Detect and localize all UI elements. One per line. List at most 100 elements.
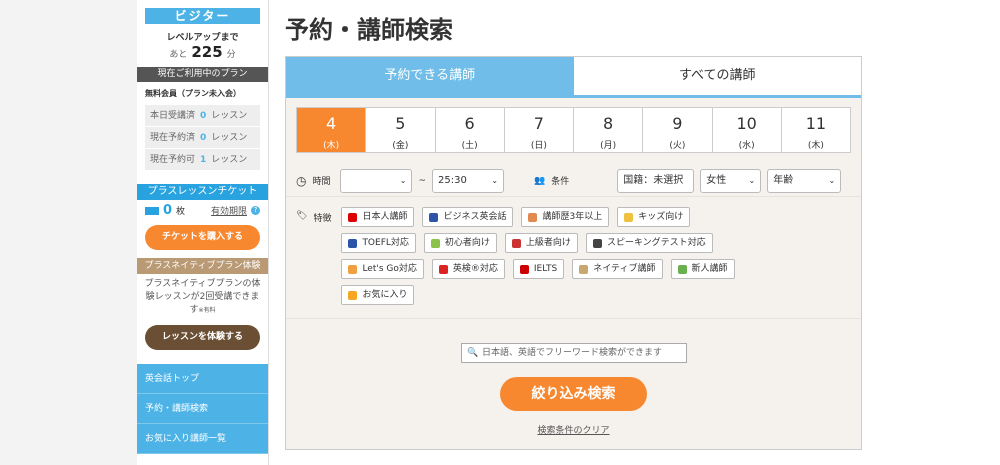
stat-unit: レッスン bbox=[211, 111, 248, 121]
gender-select[interactable]: 女性 ⌄ bbox=[700, 168, 762, 193]
feature-tag-label: Let's Go対応 bbox=[362, 264, 417, 274]
tag-icon: 🏷 bbox=[296, 211, 308, 221]
search-placeholder: 日本語、英語でフリーワード検索ができます bbox=[482, 348, 663, 358]
levelup-label: レベルアップまで bbox=[166, 33, 239, 43]
feature-tag[interactable]: Let's Go対応 bbox=[341, 259, 424, 279]
feature-icon bbox=[579, 264, 589, 274]
feature-tag-label: お気に入り bbox=[362, 290, 408, 300]
remaining-minutes: あと 225 分 bbox=[137, 43, 268, 61]
feature-label: 特徴 bbox=[313, 214, 332, 224]
date-weekday: (水) bbox=[738, 141, 755, 151]
main-content: 予約・講師検索 予約できる講師 すべての講師 4 (木) 5 (金) 6 (土) 7 (日) 8… bbox=[269, 0, 1000, 465]
time-separator: ~ bbox=[418, 175, 427, 186]
feature-tag[interactable]: 上級者向け bbox=[504, 233, 578, 253]
help-icon[interactable]: ? bbox=[251, 206, 260, 215]
date-number: 5 bbox=[395, 114, 406, 133]
date-option[interactable]: 7 (日) bbox=[505, 108, 574, 152]
date-option[interactable]: 8 (月) bbox=[574, 108, 644, 152]
feature-tag-label: キッズ向け bbox=[638, 212, 684, 222]
time-to-select[interactable]: 25:30 ⌄ bbox=[432, 168, 505, 193]
stat-unit: レッスン bbox=[211, 155, 248, 165]
lesson-stat: 本日受講済 0 レッスン bbox=[145, 105, 260, 127]
feature-tag-label: スピーキングテスト対応 bbox=[606, 238, 706, 248]
sidebar-nav-item[interactable]: お気に入り講師一覧 bbox=[137, 424, 268, 454]
plan-name: 無料会員（プラン未入会） bbox=[145, 89, 241, 98]
feature-tag[interactable]: 日本人講師 bbox=[341, 207, 415, 227]
search-panel: 予約できる講師 すべての講師 4 (木) 5 (金) 6 (土) 7 (日) 8 (月) 9 (火) 1… bbox=[285, 56, 862, 450]
feature-tags: 日本人講師 ビジネス英会話 講師歴3年以上 キッズ向け TOEFL対応 初心者向け 上級者向… bbox=[341, 207, 761, 305]
stat-label: 現在予約可 bbox=[150, 155, 196, 165]
chevron-down-icon: ⌄ bbox=[748, 175, 756, 185]
date-number: 9 bbox=[672, 114, 683, 133]
native-plan-note: ※有料 bbox=[198, 307, 216, 314]
try-lesson-button[interactable]: レッスンを体験する bbox=[145, 325, 260, 350]
tab-available-teachers[interactable]: 予約できる講師 bbox=[286, 57, 574, 95]
rank-badge: ビジター bbox=[145, 8, 260, 24]
date-number: 8 bbox=[603, 114, 614, 133]
feature-tag[interactable]: 英検®対応 bbox=[431, 259, 505, 279]
time-label: 時間 bbox=[312, 177, 331, 187]
buy-ticket-button[interactable]: チケットを購入する bbox=[145, 225, 260, 250]
feature-tag[interactable]: キッズ向け bbox=[617, 207, 691, 227]
sidebar-nav-item[interactable]: 予約・講師検索 bbox=[137, 394, 268, 424]
date-number: 6 bbox=[464, 114, 475, 133]
time-from-select[interactable]: ⌄ bbox=[340, 168, 413, 193]
stat-label: 本日受講済 bbox=[150, 111, 196, 121]
date-number: 11 bbox=[805, 114, 827, 133]
feature-tag[interactable]: ビジネス英会話 bbox=[422, 207, 514, 227]
lesson-stat: 現在予約済 0 レッスン bbox=[145, 127, 260, 149]
feature-icon bbox=[624, 212, 634, 222]
native-plan-header: プラスネイティブプラン体験 bbox=[137, 258, 268, 274]
remaining-unit: 分 bbox=[226, 50, 236, 60]
feature-tag[interactable]: IELTS bbox=[512, 259, 565, 279]
feature-tag-label: ネイティブ講師 bbox=[593, 264, 656, 274]
feature-tag[interactable]: スピーキングテスト対応 bbox=[585, 233, 713, 253]
stat-label: 現在予約済 bbox=[150, 133, 196, 143]
stat-unit: レッスン bbox=[211, 133, 248, 143]
date-option[interactable]: 6 (土) bbox=[436, 108, 505, 152]
tab-all-teachers[interactable]: すべての講師 bbox=[573, 57, 861, 95]
feature-tag[interactable]: お気に入り bbox=[341, 285, 415, 305]
date-weekday: (日) bbox=[530, 141, 547, 151]
date-weekday: (木) bbox=[323, 141, 340, 151]
feature-tag[interactable]: TOEFL対応 bbox=[341, 233, 416, 253]
date-option[interactable]: 9 (火) bbox=[643, 108, 713, 152]
feature-icon bbox=[348, 264, 358, 274]
date-option[interactable]: 5 (金) bbox=[366, 108, 436, 152]
feature-tag-label: 初心者向け bbox=[444, 238, 490, 248]
date-option[interactable]: 4 (木) bbox=[297, 108, 367, 152]
feature-icon bbox=[348, 238, 358, 248]
age-value: 年齢 bbox=[773, 174, 794, 186]
feature-tag[interactable]: 初心者向け bbox=[423, 233, 497, 253]
chevron-down-icon: ⌄ bbox=[399, 175, 407, 185]
feature-tag-label: TOEFL対応 bbox=[362, 238, 409, 248]
page-title: 予約・講師検索 bbox=[285, 16, 453, 44]
feature-icon bbox=[519, 264, 529, 274]
date-option[interactable]: 11 (木) bbox=[782, 108, 850, 152]
sidebar-nav-item[interactable]: 英会話トップ bbox=[137, 364, 268, 394]
gender-value: 女性 bbox=[706, 174, 727, 186]
feature-tag[interactable]: ネイティブ講師 bbox=[572, 259, 663, 279]
ticket-count: 0 bbox=[163, 203, 173, 218]
feature-tag[interactable]: 講師歴3年以上 bbox=[521, 207, 610, 227]
feature-icon bbox=[348, 212, 358, 222]
filter-search-button[interactable]: 絞り込み検索 bbox=[500, 377, 647, 411]
nationality-button[interactable]: 国籍：未選択 bbox=[617, 168, 695, 193]
age-select[interactable]: 年齢 ⌄ bbox=[767, 168, 842, 193]
sidebar: ビジター レベルアップまで あと 225 分 現在ご利用中のプラン 無料会員（プラン… bbox=[137, 0, 269, 465]
clear-conditions-link[interactable]: 検索条件のクリア bbox=[286, 423, 861, 436]
ticket-unit: 枚 bbox=[176, 207, 186, 217]
date-weekday: (土) bbox=[461, 141, 478, 151]
feature-tag[interactable]: 新人講師 bbox=[670, 259, 735, 279]
feature-tag-label: 上級者向け bbox=[525, 238, 571, 248]
remaining-prefix: あと bbox=[169, 50, 188, 60]
keyword-search-input[interactable]: 🔍 日本語、英語でフリーワード検索ができます bbox=[461, 343, 687, 363]
lesson-stat: 現在予約可 1 レッスン bbox=[145, 149, 260, 171]
date-number: 10 bbox=[736, 114, 757, 133]
feature-icon bbox=[511, 238, 521, 248]
date-option[interactable]: 10 (水) bbox=[713, 108, 782, 152]
feature-icon bbox=[528, 212, 538, 222]
feature-icon bbox=[592, 238, 602, 248]
native-plan-text: プラスネイティブプランの体験レッスンが2回受講できます※有料 bbox=[137, 274, 268, 321]
ticket-expiry-link[interactable]: 有効期限 bbox=[211, 204, 247, 217]
